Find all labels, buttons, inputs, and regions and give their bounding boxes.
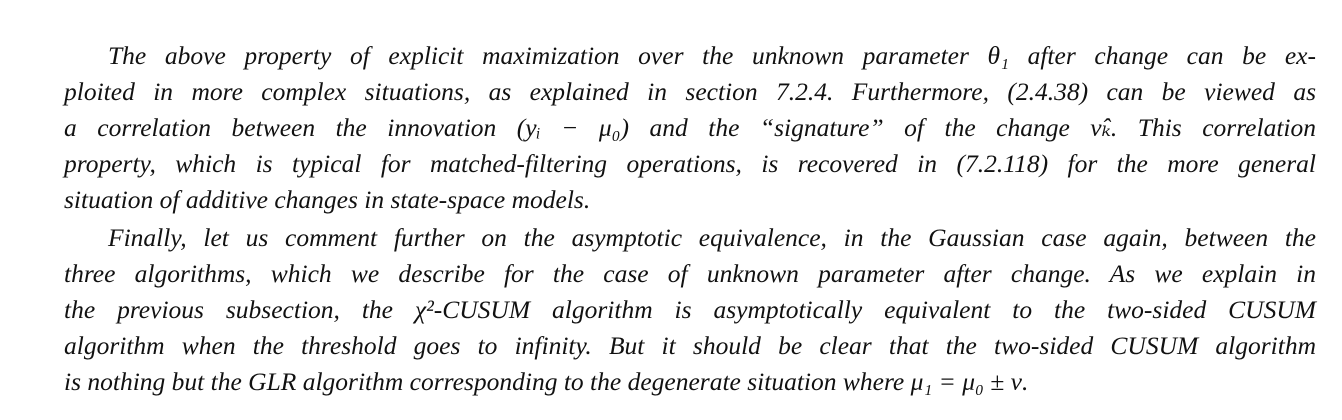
paragraph-2-line-2: three algorithms, which we describe for … — [64, 259, 1316, 288]
paragraph-2-line-5: is nothing but the GLR algorithm corresp… — [64, 367, 1029, 396]
paragraph-1-line-3: a correlation between the innovation (yᵢ… — [64, 113, 1316, 142]
paragraph-2-line-3: the previous subsection, the χ²-CUSUM al… — [64, 295, 1316, 324]
paragraph-1-line-4: property, which is typical for matched-f… — [64, 149, 1316, 178]
paragraph-1-line-1: The above property of explicit maximizat… — [108, 41, 1316, 70]
document-page: The above property of explicit maximizat… — [0, 0, 1342, 420]
paragraph-2-line-4: algorithm when the threshold goes to inf… — [64, 331, 1316, 360]
paragraph-1-line-2: ploited in more complex situations, as e… — [64, 77, 1316, 106]
paragraph-2-line-1: Finally, let us comment further on the a… — [108, 223, 1316, 252]
paragraph-1-line-5: situation of additive changes in state-s… — [64, 185, 591, 214]
